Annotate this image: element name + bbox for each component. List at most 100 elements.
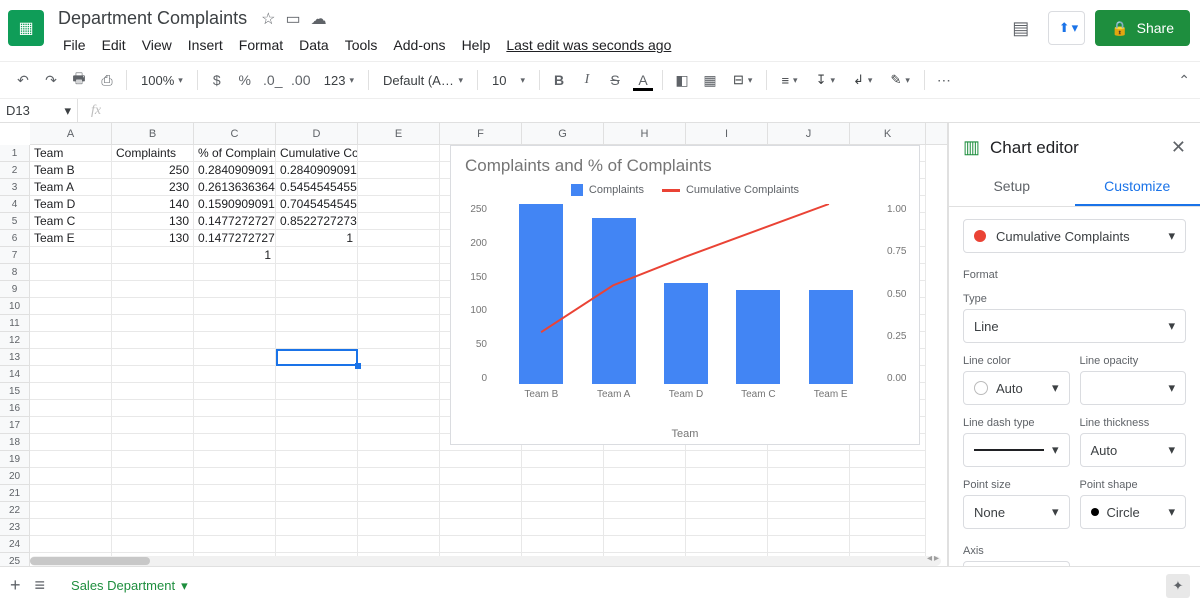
cell[interactable] bbox=[276, 383, 358, 400]
cell[interactable]: Complaints bbox=[112, 145, 194, 162]
line-opacity-select[interactable]: ▾ bbox=[1080, 371, 1187, 405]
cell[interactable]: Cumulative Complaints bbox=[276, 145, 358, 162]
row-header[interactable]: 16 bbox=[0, 400, 30, 417]
cell[interactable] bbox=[358, 536, 440, 553]
explore-icon[interactable]: ✦ bbox=[1166, 574, 1190, 598]
collapse-toolbar-icon[interactable]: ⌃ bbox=[1178, 72, 1190, 89]
fill-color-icon[interactable]: ◧ bbox=[669, 67, 695, 93]
cell[interactable] bbox=[194, 502, 276, 519]
name-box[interactable]: D13▾ bbox=[0, 99, 78, 122]
cell[interactable] bbox=[358, 332, 440, 349]
cell[interactable] bbox=[440, 519, 522, 536]
cell[interactable] bbox=[686, 519, 768, 536]
cell[interactable] bbox=[522, 502, 604, 519]
cloud-status-icon[interactable]: ☁ bbox=[311, 9, 327, 29]
cell[interactable] bbox=[30, 332, 112, 349]
cell[interactable]: % of Complaints bbox=[194, 145, 276, 162]
cell[interactable] bbox=[30, 519, 112, 536]
cell[interactable] bbox=[768, 502, 850, 519]
format-123-dropdown[interactable]: 123▾ bbox=[316, 73, 362, 88]
cell[interactable] bbox=[768, 485, 850, 502]
cell[interactable] bbox=[850, 536, 926, 553]
cell[interactable] bbox=[194, 366, 276, 383]
cell[interactable] bbox=[276, 434, 358, 451]
menu-format[interactable]: Format bbox=[232, 33, 290, 57]
row-header[interactable]: 22 bbox=[0, 502, 30, 519]
cell[interactable] bbox=[112, 264, 194, 281]
row-header[interactable]: 5 bbox=[0, 213, 30, 230]
cell[interactable] bbox=[440, 451, 522, 468]
menu-edit[interactable]: Edit bbox=[95, 33, 133, 57]
cell[interactable] bbox=[194, 417, 276, 434]
cell[interactable] bbox=[358, 196, 440, 213]
thickness-select[interactable]: Auto▾ bbox=[1080, 433, 1187, 467]
col-header[interactable]: J bbox=[768, 123, 850, 144]
tab-setup[interactable]: Setup bbox=[949, 168, 1075, 206]
cell[interactable] bbox=[358, 247, 440, 264]
row-header[interactable]: 3 bbox=[0, 179, 30, 196]
italic-icon[interactable]: I bbox=[574, 67, 600, 93]
cell[interactable]: 130 bbox=[112, 230, 194, 247]
cell[interactable] bbox=[194, 451, 276, 468]
cell[interactable] bbox=[30, 349, 112, 366]
cell[interactable] bbox=[686, 468, 768, 485]
cell[interactable] bbox=[604, 519, 686, 536]
cell[interactable]: 0.1477272727 bbox=[194, 213, 276, 230]
row-header[interactable]: 13 bbox=[0, 349, 30, 366]
cell[interactable]: 0.5454545455 bbox=[276, 179, 358, 196]
cell[interactable] bbox=[276, 400, 358, 417]
col-header[interactable]: A bbox=[30, 123, 112, 144]
row-header[interactable]: 24 bbox=[0, 536, 30, 553]
merge-cells-dropdown[interactable]: ⊟▾ bbox=[725, 72, 760, 88]
paint-format-icon[interactable]: ⎙ bbox=[94, 67, 120, 93]
cell[interactable] bbox=[112, 485, 194, 502]
cell[interactable] bbox=[604, 485, 686, 502]
cell[interactable] bbox=[112, 298, 194, 315]
cell[interactable] bbox=[686, 502, 768, 519]
cell[interactable] bbox=[112, 502, 194, 519]
cell[interactable] bbox=[522, 536, 604, 553]
cell[interactable] bbox=[358, 230, 440, 247]
cell[interactable] bbox=[358, 468, 440, 485]
cell[interactable] bbox=[194, 315, 276, 332]
cell[interactable] bbox=[276, 332, 358, 349]
cell[interactable] bbox=[276, 417, 358, 434]
cell[interactable] bbox=[358, 349, 440, 366]
cell[interactable] bbox=[276, 349, 358, 366]
dash-select[interactable]: ▾ bbox=[963, 433, 1070, 467]
cell[interactable] bbox=[522, 485, 604, 502]
row-header[interactable]: 7 bbox=[0, 247, 30, 264]
cell[interactable] bbox=[358, 451, 440, 468]
cell[interactable]: 250 bbox=[112, 162, 194, 179]
star-icon[interactable]: ☆ bbox=[261, 9, 275, 29]
col-header[interactable]: C bbox=[194, 123, 276, 144]
cell[interactable] bbox=[112, 519, 194, 536]
col-header[interactable]: K bbox=[850, 123, 926, 144]
cell[interactable]: Team B bbox=[30, 162, 112, 179]
horizontal-scrollbar[interactable] bbox=[30, 556, 941, 566]
cell[interactable] bbox=[604, 502, 686, 519]
row-header[interactable]: 6 bbox=[0, 230, 30, 247]
cell[interactable] bbox=[112, 281, 194, 298]
row-header[interactable]: 14 bbox=[0, 366, 30, 383]
cell[interactable] bbox=[30, 264, 112, 281]
menu-addons[interactable]: Add-ons bbox=[386, 33, 452, 57]
cell[interactable] bbox=[358, 162, 440, 179]
cell[interactable] bbox=[112, 400, 194, 417]
cell[interactable] bbox=[194, 332, 276, 349]
cell[interactable] bbox=[112, 383, 194, 400]
cell[interactable] bbox=[522, 468, 604, 485]
menu-insert[interactable]: Insert bbox=[181, 33, 230, 57]
cell[interactable]: 1 bbox=[276, 230, 358, 247]
point-size-select[interactable]: None▾ bbox=[963, 495, 1070, 529]
cell[interactable] bbox=[30, 451, 112, 468]
cell[interactable] bbox=[194, 349, 276, 366]
text-color-icon[interactable]: A bbox=[630, 67, 656, 93]
cell[interactable]: Team D bbox=[30, 196, 112, 213]
cell[interactable] bbox=[440, 502, 522, 519]
cell[interactable] bbox=[358, 213, 440, 230]
cell[interactable] bbox=[30, 298, 112, 315]
row-header[interactable]: 19 bbox=[0, 451, 30, 468]
cell[interactable] bbox=[358, 485, 440, 502]
point-shape-select[interactable]: Circle ▾ bbox=[1080, 495, 1187, 529]
